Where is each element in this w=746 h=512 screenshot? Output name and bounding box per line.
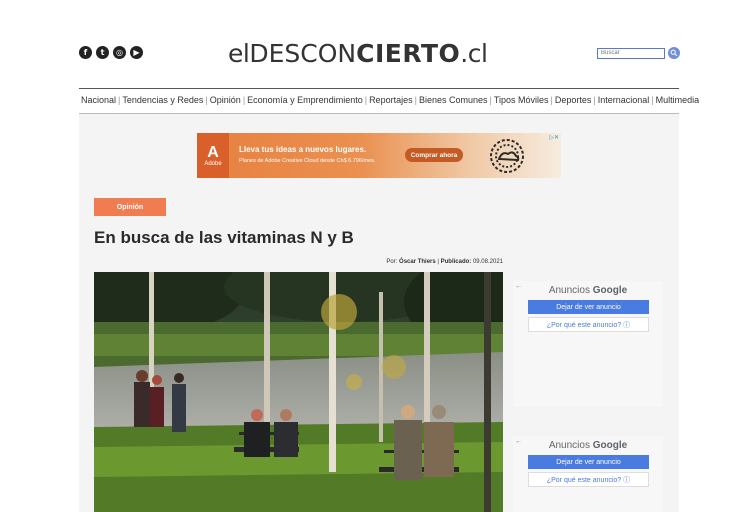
nav-item-bienes-comunes[interactable]: Bienes Comunes — [417, 95, 490, 105]
nav-item-economia[interactable]: Economía y Emprendimiento — [245, 95, 365, 105]
facebook-icon[interactable]: f — [79, 46, 92, 59]
search-input[interactable] — [597, 47, 665, 59]
adobe-logo: A Adobe — [197, 133, 229, 178]
ad-headline: Lleva tus ideas a nuevos lugares. — [239, 145, 367, 154]
search-box — [597, 47, 680, 59]
logo-part-descon: DESCON — [249, 39, 357, 68]
google-ad-box: ← Anuncios Google Dejar de ver anuncio ¿… — [513, 281, 663, 407]
logo-part-tld: .cl — [460, 39, 488, 68]
nav-item-tipos-moviles[interactable]: Tipos Móviles — [492, 95, 551, 105]
google-ad-box: ← Anuncios Google Dejar de ver anuncio ¿… — [513, 436, 663, 512]
google-label: Google — [592, 285, 628, 296]
author-name[interactable]: Óscar Thiers — [399, 259, 436, 265]
google-ads-brand: Anuncios Google — [513, 440, 663, 451]
logo-part-cierto: CIERTO — [356, 39, 461, 68]
article-title: En busca de las vitaminas N y B — [94, 228, 354, 247]
instagram-icon[interactable]: ◎ — [113, 46, 126, 59]
published-label: Publicado: — [440, 259, 472, 265]
publish-date: 09.08.2021 — [472, 259, 503, 265]
youtube-icon[interactable]: ▶ — [130, 46, 143, 59]
logo-part-el: el — [228, 39, 250, 68]
category-badge[interactable]: Opinión — [94, 198, 166, 216]
why-this-ad-button[interactable]: ¿Por qué este anuncio? ⓘ — [528, 317, 649, 332]
byline: Por: Óscar Thiers | Publicado: 09.08.202… — [94, 259, 503, 265]
author-label: Por: — [386, 259, 398, 265]
nav-item-reportajes[interactable]: Reportajes — [367, 95, 415, 105]
ad-subline: Planes de Adobe Creative Cloud desde Ch$… — [239, 158, 376, 164]
byline-separator: | — [437, 259, 439, 265]
article-photo — [94, 272, 503, 512]
twitter-icon[interactable]: t — [96, 46, 109, 59]
why-this-ad-button[interactable]: ¿Por qué este anuncio? ⓘ — [528, 472, 649, 487]
search-icon — [670, 49, 678, 57]
ads-label: Anuncios — [548, 440, 590, 451]
nav-item-opinion[interactable]: Opinión — [208, 95, 243, 105]
main-nav: Nacional | Tendencias y Redes | Opinión | E… — [79, 95, 699, 105]
stop-seeing-ad-button[interactable]: Dejar de ver anuncio — [528, 300, 649, 314]
site-logo[interactable]: elDESCONCIERTO.cl — [228, 39, 488, 68]
google-label: Google — [592, 440, 628, 451]
header-divider — [79, 88, 679, 89]
adobe-icon: A — [207, 143, 219, 161]
google-ads-brand: Anuncios Google — [513, 285, 663, 296]
creative-cloud-icon — [490, 139, 524, 173]
nav-item-deportes[interactable]: Deportes — [553, 95, 594, 105]
park-scene-illustration — [94, 272, 503, 512]
ad-brand: Adobe — [204, 160, 222, 167]
nav-item-internacional[interactable]: Internacional — [596, 95, 652, 105]
nav-item-multimedia[interactable]: Multimedia — [654, 95, 702, 105]
search-button[interactable] — [668, 47, 680, 59]
ad-banner[interactable]: A Adobe Lleva tus ideas a nuevos lugares… — [197, 133, 561, 178]
social-links: f t ◎ ▶ — [79, 46, 143, 59]
ads-label: Anuncios — [548, 285, 590, 296]
nav-item-nacional[interactable]: Nacional — [79, 95, 118, 105]
ad-cta-button[interactable]: Comprar ahora — [405, 148, 463, 162]
nav-item-tendencias[interactable]: Tendencias y Redes — [120, 95, 205, 105]
stop-seeing-ad-button[interactable]: Dejar de ver anuncio — [528, 455, 649, 469]
adchoices-icon[interactable]: ▷✕ — [549, 134, 559, 141]
